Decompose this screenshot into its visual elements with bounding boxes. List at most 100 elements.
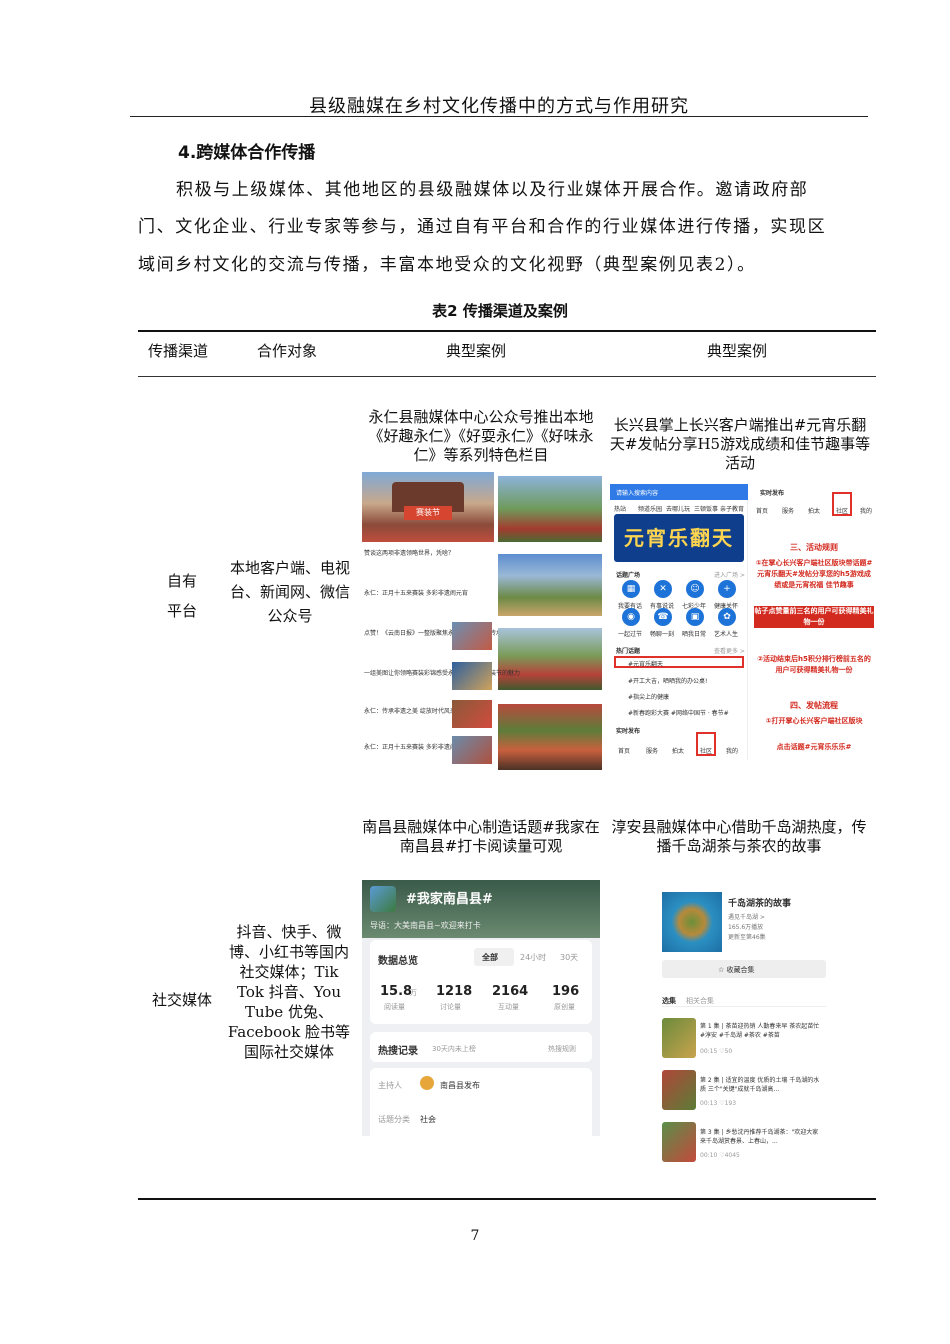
rules-heading: 三、活动规则 [790, 543, 838, 552]
changxing-app-screenshot: 请输入搜索内容 热站 频道乐园 去哪儿玩 三顿饭事 亲子教育 元宵乐翻天 话题广… [610, 484, 878, 760]
thumbnail-photo [452, 662, 492, 690]
lantern-banner: 元宵乐翻天 [614, 514, 744, 562]
table-cell-case-title: 长兴县掌上长兴客户端推出#元宵乐翻天#发帖分享H5游戏成绩和佳节趣事等活动 [609, 416, 871, 472]
nav-mine[interactable]: 我的 [860, 506, 872, 515]
topic-item[interactable]: #开工大吉，晒晒我的办公桌! [628, 676, 707, 685]
icon-label: 晒我日常 [682, 631, 707, 638]
search-input[interactable]: 请输入搜索内容 [616, 488, 658, 497]
child-icon[interactable]: ☺ [686, 580, 704, 598]
table-cell-case-title: 淳安县融媒体中心借助千岛湖热度，传播千岛湖茶与茶农的故事 [611, 818, 867, 855]
filter-24h[interactable]: 24小时 [520, 952, 546, 963]
nav-home[interactable]: 首页 [618, 746, 630, 755]
tab-episodes[interactable]: 选集 [662, 996, 676, 1006]
topic-square-title: 话题广场 [616, 572, 641, 579]
episode-title[interactable]: 第 1 集 | 茶苗迎热销 人勤春来早 茶农起苗忙#淳安 #千岛湖 #茶农 #茶… [700, 1022, 824, 1040]
overview-title: 数据总览 [378, 956, 418, 967]
episode-meta: 00:15 ♡50 [700, 1048, 733, 1055]
stat-read-value: 15.8 [380, 984, 413, 999]
collection-author[interactable]: 遇见千岛湖 > [728, 912, 765, 921]
nav-community[interactable]: 社区 [700, 746, 712, 755]
collection-plays: 165.6万播放 [728, 924, 764, 931]
table-header-partner: 合作对象 [257, 342, 318, 360]
stat-discuss-label: 讨论量 [440, 1003, 461, 1011]
episode-thumbnail[interactable] [662, 1070, 696, 1110]
thumbnail-photo [452, 736, 492, 764]
tab-travel[interactable]: 去哪儿玩 [666, 504, 690, 513]
hot-topics-more[interactable]: 查看更多 > [714, 646, 745, 655]
thumbnail-photo [452, 622, 492, 650]
festival-banner-photo: 赛装节 [362, 472, 494, 542]
episode-thumbnail[interactable] [662, 1122, 696, 1162]
nav-community[interactable]: 社区 [836, 506, 848, 515]
phone-icon[interactable]: ☎ [654, 608, 672, 626]
stat-discuss-value: 1218 [436, 984, 473, 999]
collection-updated: 更新至第46集 [728, 934, 766, 941]
icon-label: 畅聊一刻 [650, 631, 675, 638]
rules-heading: 四、发帖流程 [790, 701, 838, 710]
stat-interact-value: 2164 [492, 984, 529, 999]
hot-rule-link[interactable]: 热搜规则 [548, 1044, 576, 1054]
hot-record-title: 热搜记录 [378, 1046, 418, 1057]
banner-label: 赛装节 [404, 506, 452, 520]
hot-record-note: 30天内未上榜 [432, 1045, 476, 1053]
live-publish-title: 实时发布 [760, 490, 785, 497]
header-rule [130, 116, 868, 117]
tab-hot[interactable]: 热站 [614, 504, 626, 513]
filter-all[interactable]: 全部 [482, 952, 498, 963]
table-cell-channel: 社交媒体 [151, 991, 212, 1009]
stat-read-label: 阅读量 [384, 1003, 405, 1011]
chat-icon[interactable]: ◉ [622, 608, 640, 626]
table-cell-case-title: 永仁县融媒体中心公众号推出本地《好趣永仁》《好耍永仁》《好味永仁》等系列特色栏目 [368, 408, 594, 464]
feed-item-title: 永仁：传承非遗之美 绽放时代风采 [364, 708, 456, 715]
host-name[interactable]: 南昌县发布 [440, 1080, 480, 1091]
episode-title[interactable]: 第 2 集 | 适宜的温度 优质的土壤 千岛湖的水质 三个"关键"成就千岛湖高.… [700, 1076, 824, 1094]
category-value: 社会 [420, 1115, 436, 1124]
rules-text: ②活动结束后h5积分排行榜前五名的用户可获得精美礼物一份 [757, 655, 871, 674]
nav-home[interactable]: 首页 [756, 506, 768, 515]
yongren-feed-screenshot: 赛装节 赞谈这两项非遗领略世界，凭啥？ 永仁：正月十五来赛装 多彩非遗闹元宵 点… [362, 472, 602, 770]
episode-meta: 00:10 ♡4045 [700, 1152, 740, 1159]
topic-avatar [370, 886, 396, 912]
tab-food[interactable]: 三顿饭事 [694, 504, 718, 513]
collection-title: 千岛湖茶的故事 [728, 899, 792, 909]
running-header: 县级融媒在乡村文化传播中的方式与作用研究 [309, 96, 689, 117]
tab-related[interactable]: 相关合集 [686, 996, 714, 1006]
table-cell-channel: 自有平台 [166, 572, 197, 620]
table-caption: 表2 传播渠道及案例 [432, 302, 568, 320]
host-avatar [420, 1076, 434, 1090]
cutlery-icon[interactable]: ✕ [654, 580, 672, 598]
hot-topics-title: 热门话题 [616, 648, 641, 655]
body-text-line: 门、文化企业、行业专家等参与，通过自有平台和合作的行业媒体进行传播，实现区 [138, 217, 827, 237]
feed-item-title: 永仁：正月十五来赛装 多彩非遗闹元宵 [364, 590, 468, 597]
table-bottom-rule [138, 1198, 876, 1200]
nav-service[interactable]: 服务 [782, 506, 794, 515]
topic-item[interactable]: #指尖上的健康 [628, 692, 669, 701]
building-icon[interactable]: ▦ [622, 580, 640, 598]
table-header-case: 典型案例 [446, 342, 507, 360]
art-icon[interactable]: ✿ [718, 608, 736, 626]
topic-item[interactable]: #元宵乐翻天 [628, 659, 663, 668]
topic-title: #我家南昌县# [406, 892, 493, 907]
nav-service[interactable]: 服务 [646, 746, 658, 755]
feed-item-title: 赞谈这两项非遗领略世界，凭啥？ [364, 550, 455, 557]
nav-camera[interactable]: 拍太 [672, 746, 684, 755]
episode-title[interactable]: 第 3 集 | 乡愁沈丹推荐千岛湖茶："欢迎大家来千岛湖赏春景、上春山，... [700, 1128, 824, 1146]
nav-camera[interactable]: 拍太 [808, 506, 820, 515]
nav-mine[interactable]: 我的 [726, 746, 738, 755]
body-text-line: 积极与上级媒体、其他地区的县级融媒体以及行业媒体开展合作。邀请政府部 [176, 180, 809, 200]
episode-thumbnail[interactable] [662, 1018, 696, 1058]
nanchang-topic-screenshot: #我家南昌县# 导语：大美南昌县~欢迎来打卡 数据总览 全部 24小时 30天 … [362, 880, 600, 1136]
topic-item[interactable]: #新春跑彩大赛 #网络中国节 · 春节# [628, 708, 729, 717]
rules-text: ①在掌心长兴客户端社区版块带话题#元宵乐翻天#发帖分享您的h5游戏成绩或是元宵祝… [755, 559, 873, 589]
health-icon[interactable]: + [718, 580, 736, 598]
tab-education[interactable]: 亲子教育 [720, 504, 744, 513]
body-text-line: 域间乡村文化的交流与传播，丰富本地受众的文化视野（典型案例见表2）。 [138, 255, 756, 275]
tab-channel[interactable]: 频道乐园 [638, 504, 662, 513]
host-label: 主持人 [378, 1081, 402, 1090]
crowd-photo [498, 628, 602, 690]
topic-square-more[interactable]: 进入广场 > [714, 570, 745, 579]
table-cell-partners: 本地客户端、电视台、新闻网、微信公众号 [229, 559, 350, 625]
filter-30d[interactable]: 30天 [560, 952, 578, 963]
collect-button[interactable]: ☆ 收藏合集 [718, 965, 755, 975]
camera-icon[interactable]: ▣ [686, 608, 704, 626]
